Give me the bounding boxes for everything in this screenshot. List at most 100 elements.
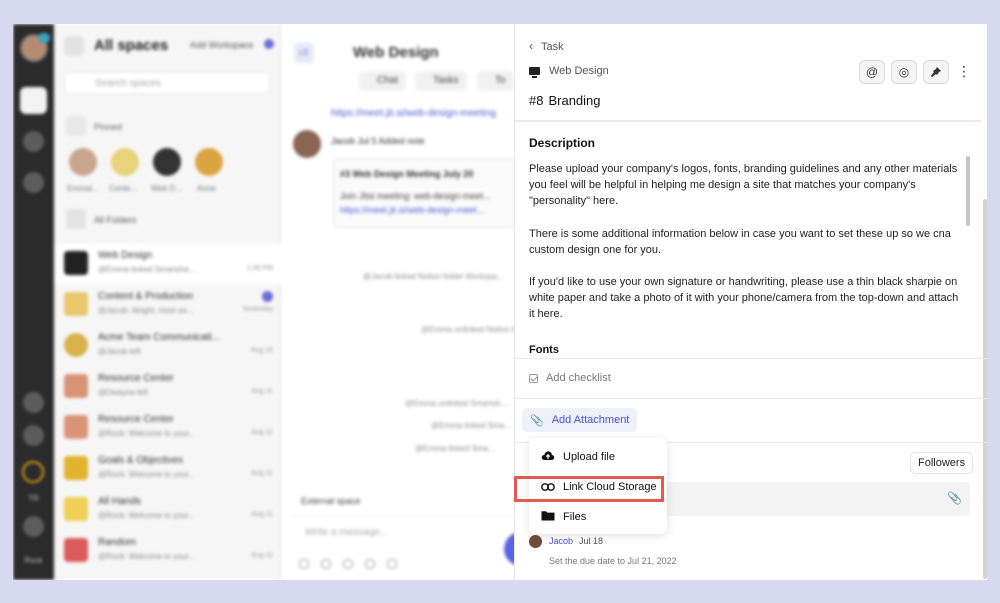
chat-name: Content & Production: [98, 291, 194, 302]
description-scrollbar[interactable]: [966, 156, 970, 226]
description-heading: Description: [529, 136, 596, 150]
chevron-left-icon: ‹: [529, 39, 533, 53]
workspace-name: Web Design: [549, 65, 609, 77]
folder-icon: [66, 209, 86, 229]
message-input[interactable]: Write a message...: [293, 516, 523, 550]
chat-preview: @Emma linked Smartshe...: [98, 265, 196, 274]
workspace-breadcrumb[interactable]: Web Design: [529, 65, 609, 78]
pinned-avatar[interactable]: [195, 148, 223, 176]
list-item[interactable]: Web Design @Emma linked Smartshe... 1:06…: [54, 244, 281, 284]
app-window: TR Rock All spaces Add Workspace Search …: [13, 24, 987, 580]
panel-scrollbar[interactable]: [983, 199, 987, 579]
paperclip-icon[interactable]: 📎: [947, 491, 962, 505]
add-workspace-icon[interactable]: [264, 39, 274, 49]
divider: [515, 398, 987, 399]
monitor-icon: [64, 251, 88, 275]
unread-badge: [262, 291, 273, 302]
description-area[interactable]: Description Please upload your company's…: [515, 122, 981, 358]
search-spaces-input[interactable]: Search spaces: [64, 72, 270, 94]
chat-name: Goals & Objectives: [98, 455, 184, 466]
activity-author[interactable]: Jacob: [549, 536, 573, 546]
mention-icon[interactable]: [343, 559, 353, 569]
back-arrow-icon[interactable]: [64, 36, 84, 56]
pinned-label-item: Web D...: [151, 184, 182, 193]
files-option[interactable]: Files: [529, 503, 667, 531]
list-item[interactable]: All Hands @Rock: Welcome to your... Aug …: [54, 490, 281, 530]
message-author: Jacob Jul 5 Added note: [331, 136, 425, 146]
attach-icon[interactable]: [365, 559, 375, 569]
description-body: Please upload your company's logos, font…: [529, 161, 959, 339]
task-actions: @ ◎ ⋮: [859, 60, 973, 84]
system-message: @Jacob linked Notion folder Workspa...: [363, 272, 504, 281]
pinned-avatar[interactable]: [153, 148, 181, 176]
all-folders-dropdown[interactable]: All Folders: [94, 215, 137, 225]
clock-icon[interactable]: [23, 392, 44, 413]
chat-name: Random: [98, 537, 136, 548]
description-paragraph: Please upload your company's logos, font…: [529, 163, 958, 208]
add-workspace-button[interactable]: Add Workspace: [190, 40, 253, 50]
tab-more[interactable]: To: [477, 71, 514, 91]
chat-name: Web Design: [98, 250, 153, 261]
gear-icon[interactable]: [23, 131, 44, 152]
mention-button[interactable]: @: [859, 60, 885, 84]
pin-icon: [66, 116, 86, 136]
list-item[interactable]: Resource Center @Rock: Welcome to your..…: [54, 408, 281, 448]
pinned-label-item: Anne: [197, 184, 216, 193]
party-icon: [64, 538, 88, 562]
list-item[interactable]: Resource Center @Dwayne left Aug 11: [54, 367, 281, 407]
note-card[interactable]: #3 Web Design Meeting July 20 Join Jitsi…: [333, 158, 523, 228]
pinned-avatar[interactable]: [69, 148, 97, 176]
resource-icon: [64, 374, 88, 398]
comment-input[interactable]: 📎: [663, 482, 970, 516]
help-icon[interactable]: [23, 516, 44, 537]
chat-time: Aug 11: [251, 511, 273, 518]
gif-icon[interactable]: [321, 559, 331, 569]
list-item[interactable]: Acme Team Communicati... @Jacob left Aug…: [54, 326, 281, 366]
comment-button[interactable]: ◎: [891, 60, 917, 84]
add-checklist-label: Add checklist: [546, 372, 611, 384]
status-ring[interactable]: [22, 461, 44, 483]
space-badge: LE: [294, 43, 314, 63]
system-message: @Emma linked Sma...: [431, 421, 511, 430]
list-item[interactable]: Content & Production @Jacob: Alright, mo…: [54, 285, 281, 325]
more-options-button[interactable]: ⋮: [955, 60, 973, 84]
pin-button[interactable]: [923, 60, 949, 84]
pencil-icon: [64, 292, 88, 316]
chat-time: Aug 11: [251, 470, 273, 477]
workspace-icon[interactable]: [20, 87, 47, 114]
followers-button[interactable]: Followers: [910, 452, 974, 474]
tab-chat[interactable]: Chat: [359, 71, 407, 91]
avatar: [293, 130, 321, 158]
app-rail: TR Rock: [13, 24, 54, 580]
chat-time: Aug 16: [250, 347, 273, 354]
chat-preview: @Jacob left: [98, 347, 141, 356]
add-attachment-button[interactable]: 📎 Add Attachment: [522, 408, 638, 432]
add-checklist-button[interactable]: Add checklist: [529, 372, 611, 384]
upload-file-option[interactable]: Upload file: [529, 443, 667, 471]
task-number: #8: [529, 93, 544, 108]
list-item[interactable]: Random @Rock: Welcome to your... Aug 11: [54, 531, 281, 571]
chat-name: All Hands: [98, 496, 141, 507]
task-title: #8 Branding: [529, 93, 601, 108]
emoji-icon[interactable]: [299, 559, 309, 569]
pinned-label: Pinned: [94, 122, 123, 132]
document-icon[interactable]: [23, 172, 44, 193]
video-icon[interactable]: [387, 559, 397, 569]
bell-icon[interactable]: [23, 425, 44, 446]
chat-time: 1:06 PM: [246, 265, 273, 272]
pinned-avatar[interactable]: [111, 148, 139, 176]
user-label: Rock: [24, 556, 43, 565]
tab-tasks[interactable]: Tasks: [415, 71, 467, 91]
back-to-task-button[interactable]: ‹ Task: [529, 39, 564, 53]
upload-file-label: Upload file: [563, 451, 615, 463]
space-title: Web Design: [353, 44, 439, 61]
note-link[interactable]: https://meet.jit.si/web-design-meet...: [340, 205, 484, 215]
folder-icon: [541, 510, 555, 524]
chat-panel: LE Web Design Chat Tasks To https://meet…: [281, 24, 538, 580]
chat-time: Aug 11: [251, 429, 273, 436]
meeting-link[interactable]: https://meet.jit.si/web-design-meeting: [331, 108, 496, 119]
description-paragraph: If you'd like to use your own signature …: [529, 276, 959, 321]
pinned-label-item: Conte...: [109, 184, 138, 193]
chat-preview: @Dwayne left: [98, 388, 148, 397]
list-item[interactable]: Goals & Objectives @Rock: Welcome to you…: [54, 449, 281, 489]
